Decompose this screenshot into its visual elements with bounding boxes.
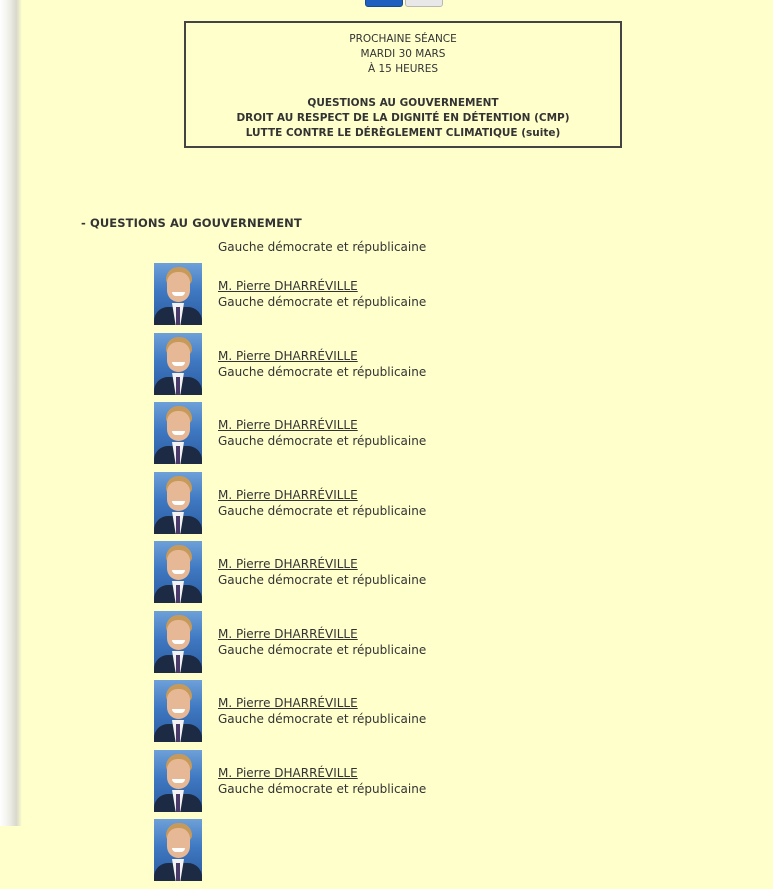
page-left-shadow (0, 0, 22, 826)
speaker-name-link[interactable]: M. Pierre DHARRÉVILLE (218, 418, 358, 432)
speaker-entry: M. Pierre DHARRÉVILLE Gauche démocrate e… (154, 332, 654, 403)
speaker-group: Gauche démocrate et républicaine (218, 364, 427, 379)
next-session-date: MARDI 30 MARS (360, 48, 446, 60)
speaker-list: M. Pierre DHARRÉVILLE Gauche démocrate e… (154, 263, 654, 889)
speaker-group: Gauche démocrate et républicaine (218, 573, 427, 587)
next-session-label: PROCHAINE SÉANCE (349, 33, 457, 45)
speaker-entry: M. Pierre DHARRÉVILLE Gauche démocrate e… (154, 680, 654, 750)
next-session-time: À 15 HEURES (367, 63, 439, 75)
speaker-name-link[interactable]: M. Pierre DHARRÉVILLE (218, 696, 358, 710)
speaker-entry (154, 819, 654, 889)
section-heading: - QUESTIONS AU GOUVERNEMENT (81, 216, 302, 230)
speaker-name-link[interactable]: M. Pierre DHARRÉVILLE (218, 627, 358, 641)
agenda-item: LUTTE CONTRE LE DÉRÈGLEMENT CLIMATIQUE (… (245, 127, 561, 139)
deputy-portrait-icon (154, 471, 202, 534)
agenda-item: DROIT AU RESPECT DE LA DIGNITÉ EN DÉTENT… (236, 112, 570, 124)
deputy-portrait-icon (154, 680, 202, 742)
speaker-name-link[interactable]: M. Pierre DHARRÉVILLE (218, 766, 358, 780)
speaker-name-link[interactable]: M. Pierre DHARRÉVILLE (218, 349, 358, 363)
deputy-portrait-icon (154, 610, 202, 673)
deputy-portrait-icon (154, 749, 202, 812)
speaker-group: Gauche démocrate et républicaine (218, 434, 427, 448)
speaker-group: Gauche démocrate et républicaine (218, 295, 427, 309)
speaker-name-link[interactable]: M. Pierre DHARRÉVILLE (218, 279, 358, 293)
deputy-portrait-icon (154, 332, 202, 395)
speaker-group: Gauche démocrate et républicaine (218, 781, 427, 796)
deputy-portrait-icon (154, 819, 202, 881)
speaker-entry: M. Pierre DHARRÉVILLE Gauche démocrate e… (154, 541, 654, 611)
speaker-entry: M. Pierre DHARRÉVILLE Gauche démocrate e… (154, 402, 654, 472)
next-session-box: PROCHAINE SÉANCE MARDI 30 MARS À 15 HEUR… (184, 21, 622, 148)
secondary-nav-button[interactable] (405, 0, 443, 7)
agenda-item: QUESTIONS AU GOUVERNEMENT (307, 97, 499, 109)
deputy-portrait-icon (154, 263, 202, 325)
primary-nav-button[interactable] (365, 0, 403, 7)
speaker-group: Gauche démocrate et républicaine (218, 642, 427, 657)
speaker-entry: M. Pierre DHARRÉVILLE Gauche démocrate e… (154, 749, 654, 820)
deputy-portrait-icon (154, 541, 202, 603)
speaker-group: Gauche démocrate et républicaine (218, 712, 427, 726)
speaker-entry: M. Pierre DHARRÉVILLE Gauche démocrate e… (154, 471, 654, 542)
speaker-entry: M. Pierre DHARRÉVILLE Gauche démocrate e… (154, 610, 654, 681)
group-label: Gauche démocrate et républicaine (218, 240, 427, 254)
deputy-portrait-icon (154, 402, 202, 464)
speaker-entry: M. Pierre DHARRÉVILLE Gauche démocrate e… (154, 263, 654, 333)
speaker-name-link[interactable]: M. Pierre DHARRÉVILLE (218, 557, 358, 571)
speaker-group: Gauche démocrate et républicaine (218, 503, 427, 518)
speaker-name-link[interactable]: M. Pierre DHARRÉVILLE (218, 488, 358, 502)
